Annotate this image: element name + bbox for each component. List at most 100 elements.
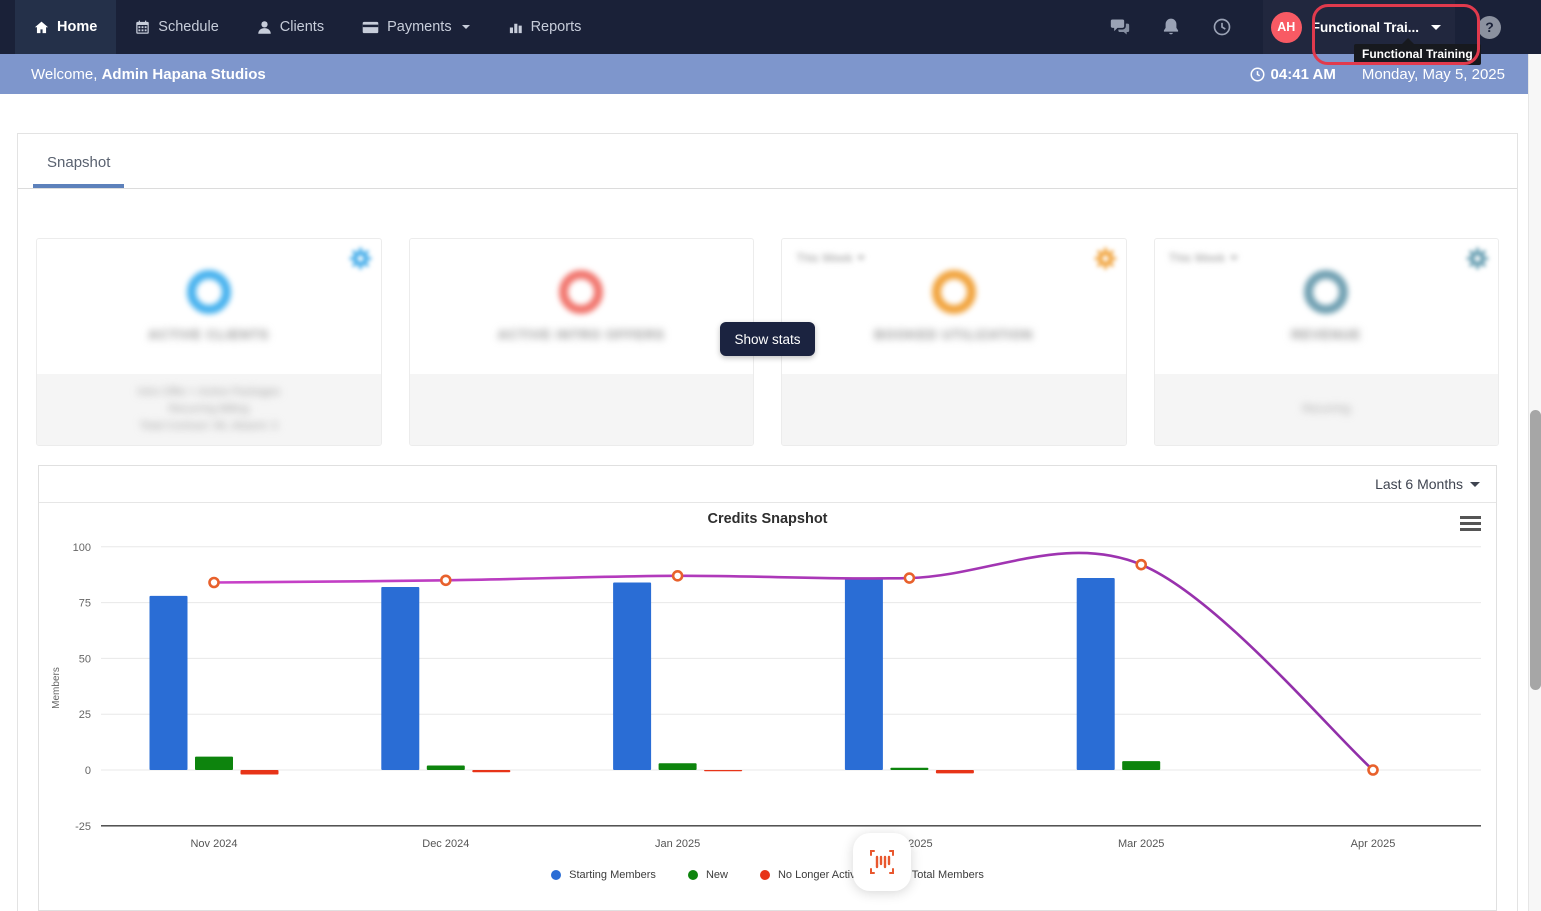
- chevron-down-icon: [1470, 481, 1480, 487]
- datetime-group: 04:41 AM Monday, May 5, 2025: [1250, 66, 1505, 83]
- chevron-down-icon: [1431, 24, 1441, 30]
- time-text: 04:41 AM: [1270, 65, 1336, 83]
- range-label: Last 6 Months: [1375, 476, 1463, 492]
- range-selector[interactable]: Last 6 Months: [1375, 476, 1480, 492]
- footer-line: Recurring Billing: [168, 403, 249, 416]
- messages-icon[interactable]: [1110, 17, 1130, 37]
- svg-text:0: 0: [85, 765, 91, 777]
- avatar: AH: [1270, 11, 1302, 43]
- clock-icon: [1250, 67, 1265, 82]
- svg-text:-25: -25: [75, 821, 91, 833]
- donut-ring: [186, 270, 231, 315]
- account-label: Functional Trai...: [1311, 19, 1419, 35]
- legend-label: No Longer Active: [777, 869, 862, 881]
- svg-text:25: 25: [79, 709, 91, 721]
- footer-line: Intro Offer + Active Packages: [137, 386, 281, 399]
- card-top: ACTIVE INTRO OFFERS: [410, 239, 754, 374]
- card-revenue: This Week REVENUE Recurring: [1153, 238, 1499, 446]
- svg-text:Jan 2025: Jan 2025: [655, 838, 700, 850]
- current-date: Monday, May 5, 2025: [1361, 65, 1505, 83]
- admin-name: Admin Hapana Studios: [101, 65, 266, 83]
- period-label: This Week: [1168, 251, 1225, 265]
- footer-line: Total Contract: 96, Absent: 0: [139, 420, 278, 433]
- nav-item-reports[interactable]: Reports: [489, 0, 601, 54]
- show-stats-button[interactable]: Show stats: [720, 322, 815, 356]
- svg-text:Dec 2024: Dec 2024: [422, 838, 469, 850]
- donut-ring: [931, 270, 976, 315]
- legend-item[interactable]: Starting Members: [551, 869, 656, 881]
- period-label: This Week: [796, 251, 853, 265]
- current-time: 04:41 AM: [1250, 66, 1336, 83]
- welcome-bar: Welcome, Admin Hapana Studios 04:41 AM M…: [0, 54, 1541, 94]
- donut-ring: [559, 270, 604, 315]
- clock-history-icon[interactable]: [1212, 17, 1232, 37]
- card-active-clients: ACTIVE CLIENTS Intro Offer + Active Pack…: [36, 238, 382, 446]
- card-title: REVENUE: [1291, 327, 1362, 343]
- svg-text:100: 100: [73, 542, 91, 554]
- notifications-bell-icon[interactable]: [1161, 17, 1181, 37]
- legend-dot: [551, 870, 562, 880]
- nav-item-home[interactable]: Home: [15, 0, 117, 54]
- credits-snapshot-panel: Last 6 Months Credits Snapshot 100 75 50 25…: [38, 465, 1497, 911]
- scrollbar-track: [1528, 54, 1541, 911]
- svg-text:75: 75: [79, 598, 91, 610]
- legend-item[interactable]: No Longer Active: [759, 869, 862, 881]
- card-footer: [409, 373, 753, 445]
- nav-item-label: Clients: [279, 19, 325, 35]
- credit-card-icon: [362, 20, 379, 35]
- legend-label: Total Members: [911, 869, 984, 881]
- donut-ring: [1304, 270, 1349, 315]
- footer-line: Recurring: [1302, 403, 1351, 416]
- card-footer: [782, 373, 1126, 445]
- calendar-icon: [135, 20, 150, 35]
- svg-text:Apr 2025: Apr 2025: [1351, 838, 1396, 850]
- top-navbar: Home Schedule Clients Payments Reports A…: [0, 0, 1541, 54]
- chart-body: Credits Snapshot 100 75 50 25 0 -25 Members Nov…: [39, 503, 1496, 911]
- nav-item-label: Home: [57, 19, 98, 35]
- chevron-down-icon: [461, 25, 470, 29]
- chart-menu-icon[interactable]: [1460, 516, 1481, 534]
- svg-text:Nov 2024: Nov 2024: [190, 838, 237, 850]
- gear-icon[interactable]: [1094, 247, 1117, 270]
- card-footer: Intro Offer + Active Packages Recurring …: [37, 373, 381, 445]
- legend-label: New: [705, 869, 728, 881]
- svg-text:50: 50: [79, 653, 91, 665]
- card-top: This Week BOOKED UTILIZATION: [782, 239, 1126, 374]
- dashboard-page: Home Schedule Clients Payments Reports A…: [0, 0, 1541, 911]
- scrollbar-thumb[interactable]: [1530, 410, 1541, 690]
- card-footer: Recurring: [1154, 373, 1498, 445]
- nav-item-label: Payments: [387, 19, 452, 35]
- nav-item-clients[interactable]: Clients: [238, 0, 343, 54]
- nav-item-payments[interactable]: Payments: [343, 0, 488, 54]
- welcome-prefix: Welcome,: [31, 65, 98, 83]
- card-top: This Week REVENUE: [1155, 239, 1499, 374]
- nav-item-label: Reports: [530, 19, 582, 35]
- person-icon: [257, 20, 272, 35]
- account-tooltip: Functional Training: [1354, 44, 1481, 65]
- navbar-spacer: [600, 0, 1109, 54]
- legend-item[interactable]: New: [687, 869, 728, 881]
- gear-icon[interactable]: [349, 247, 372, 270]
- tab-snapshot[interactable]: Snapshot: [33, 154, 125, 188]
- card-title: BOOKED UTILIZATION: [874, 327, 1034, 343]
- card-title: ACTIVE CLIENTS: [148, 327, 270, 343]
- card-top: ACTIVE CLIENTS: [37, 239, 381, 374]
- tabs-row: Snapshot: [18, 134, 1517, 189]
- period-selector[interactable]: This Week: [796, 251, 866, 265]
- chart-title: Credits Snapshot: [707, 511, 828, 527]
- chevron-down-icon: [1229, 256, 1238, 260]
- nav-item-schedule[interactable]: Schedule: [116, 0, 237, 54]
- svg-text:Members: Members: [51, 667, 62, 709]
- help-icon[interactable]: ?: [1478, 15, 1501, 39]
- svg-text:Mar 2025: Mar 2025: [1118, 838, 1164, 850]
- card-active-intro-offers: ACTIVE INTRO OFFERS: [408, 238, 754, 446]
- period-selector[interactable]: This Week: [1169, 251, 1238, 265]
- card-booked-utilization: This Week BOOKED UTILIZATION: [781, 238, 1127, 446]
- chevron-down-icon: [857, 256, 866, 260]
- scan-barcode-button[interactable]: [853, 833, 911, 891]
- credits-snapshot-chart: 100 75 50 25 0 -25 Members Nov 2024 Dec 2024 Jan …: [51, 542, 1481, 850]
- chart-header: Last 6 Months: [39, 466, 1496, 503]
- legend-dot: [759, 870, 770, 880]
- gear-icon[interactable]: [1466, 247, 1489, 270]
- main-nav: Home Schedule Clients Payments Reports: [0, 0, 600, 54]
